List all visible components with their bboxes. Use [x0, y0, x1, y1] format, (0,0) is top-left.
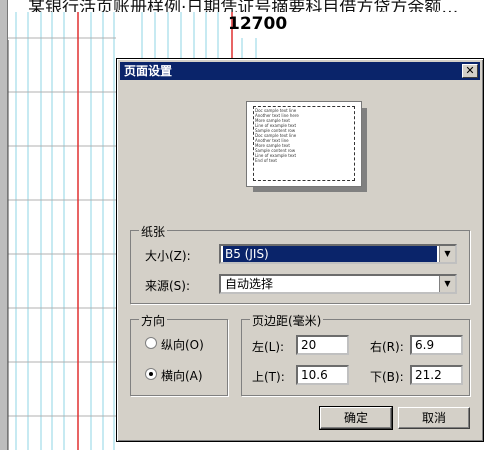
bottom-margin-label: 下(B): — [370, 370, 404, 384]
paper-group: 纸张 大小(Z): B5 (JIS) ▼ 来源(S): 自动选择 ▼ — [130, 223, 470, 304]
paper-size-value: B5 (JIS) — [223, 246, 437, 262]
source-label: 来源(S): — [145, 279, 191, 293]
top-margin-label: 上(T): — [252, 370, 285, 384]
left-margin-label: 左(L): — [252, 340, 285, 354]
orientation-group: 方向 纵向(O) 横向(A) — [130, 312, 228, 396]
left-margin-input[interactable]: 20 — [296, 335, 349, 355]
close-button[interactable]: ✕ — [462, 64, 478, 78]
paper-source-select[interactable]: 自动选择 ▼ — [219, 274, 457, 294]
paper-size-select[interactable]: B5 (JIS) ▼ — [219, 244, 457, 264]
size-label: 大小(Z): — [145, 249, 191, 263]
cancel-button[interactable]: 取消 — [398, 407, 470, 429]
background-number: 12700 — [228, 14, 288, 34]
margins-group-label: 页边距(毫米) — [250, 312, 324, 329]
chevron-down-icon[interactable]: ▼ — [439, 246, 455, 262]
landscape-radio[interactable] — [145, 368, 157, 380]
background-title: 某银行活页账册样例·日期凭证号摘要科目借方贷方余额… — [28, 0, 459, 12]
paper-group-label: 纸张 — [139, 223, 168, 240]
page-preview: Doc sample text line Another text line h… — [246, 101, 362, 187]
bottom-margin-input[interactable]: 21.2 — [410, 365, 463, 385]
portrait-radio[interactable] — [145, 337, 157, 349]
margins-group: 页边距(毫米) 左(L): 20 右(R): 6.9 上(T): 10.6 下(… — [241, 312, 470, 396]
dialog-title: 页面设置 — [124, 64, 173, 78]
background-title-strip: 某银行活页账册样例·日期凭证号摘要科目借方贷方余额… — [0, 0, 492, 12]
preview-margin-box: Doc sample text line Another text line h… — [253, 106, 355, 181]
right-margin-input[interactable]: 6.9 — [410, 335, 463, 355]
page-setup-dialog: 页面设置 ✕ Doc sample text line Another text… — [116, 58, 484, 442]
portrait-label[interactable]: 纵向(O) — [161, 336, 204, 353]
left-frame-bar — [0, 0, 8, 450]
orientation-group-label: 方向 — [139, 312, 168, 329]
ok-button[interactable]: 确定 — [319, 406, 393, 430]
landscape-label[interactable]: 横向(A) — [161, 367, 203, 384]
paper-source-value: 自动选择 — [225, 277, 274, 291]
dialog-titlebar[interactable]: 页面设置 ✕ — [120, 62, 480, 80]
close-icon: ✕ — [465, 64, 475, 77]
right-margin-label: 右(R): — [370, 340, 404, 354]
top-margin-input[interactable]: 10.6 — [296, 365, 349, 385]
chevron-down-icon[interactable]: ▼ — [439, 276, 455, 292]
